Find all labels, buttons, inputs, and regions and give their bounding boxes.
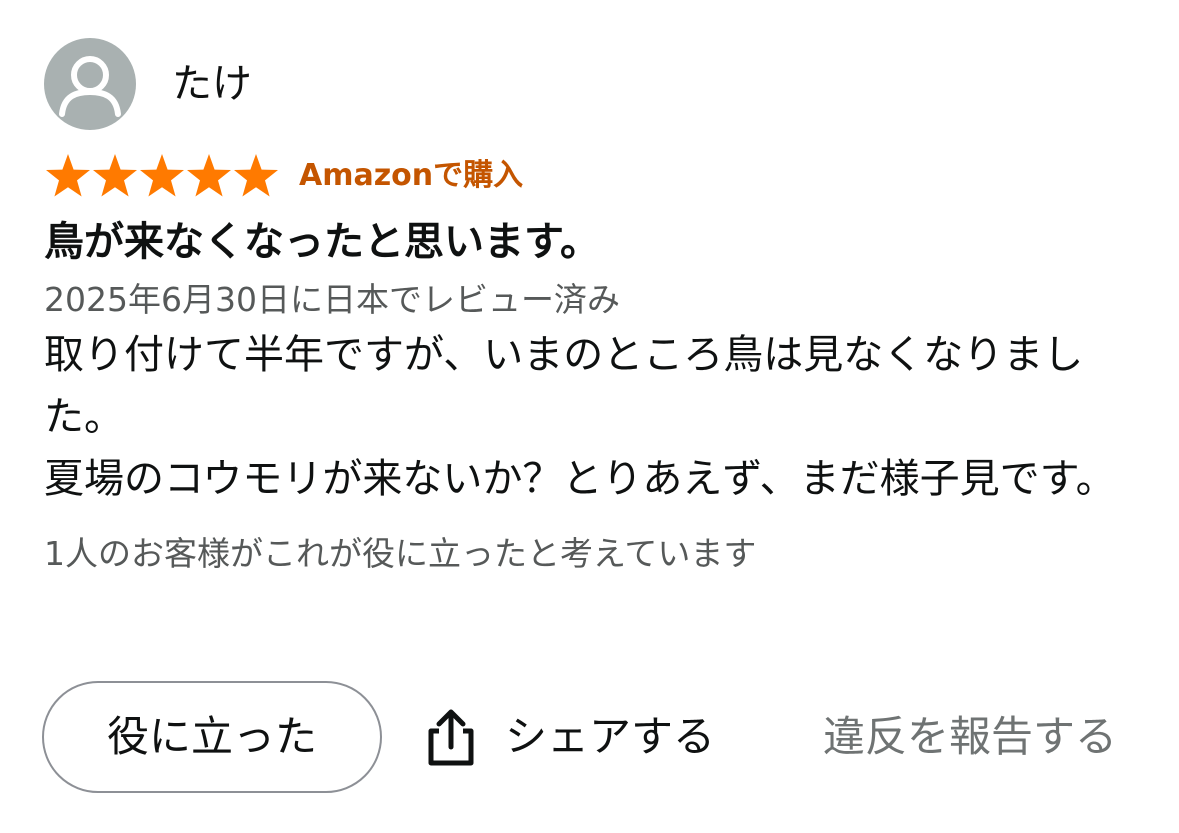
star-icon [46, 154, 90, 197]
review-date: 2025年6月30日に日本でレビュー済み [44, 280, 620, 319]
review-title: 鳥が来なくなったと思います。 [44, 219, 600, 265]
share-button[interactable]: シェアする [425, 681, 715, 793]
review-body-paragraph: 取り付けて半年ですが、いまのところ鳥は見なくなりました。 [44, 332, 1084, 440]
review-card: たけ Amazonで購入 鳥が来なくなったと思います。 2025年6月30日に日… [44, 38, 1144, 576]
share-label: シェアする [505, 712, 716, 761]
report-abuse-link[interactable]: 違反を報告する [823, 707, 1117, 767]
review-body-paragraph: 夏場のコウモリが来ないか？とりあえず、まだ様子見です。 [44, 456, 1116, 502]
avatar[interactable] [44, 38, 136, 130]
rating-row: Amazonで購入 [44, 152, 1144, 200]
star-icon [140, 154, 184, 197]
reviewer-profile: たけ [44, 38, 1144, 130]
star-rating[interactable] [44, 152, 279, 200]
helpful-button[interactable]: 役に立った [42, 681, 382, 793]
star-icon [187, 154, 231, 197]
default-user-icon [59, 56, 121, 117]
reviewer-name[interactable]: たけ [172, 62, 252, 106]
review-actions: 役に立った シェアする 違反を報告する [42, 681, 1142, 797]
star-icon [234, 154, 278, 197]
star-icon [93, 154, 137, 197]
share-icon [428, 709, 474, 766]
verified-purchase-badge: Amazonで購入 [299, 158, 524, 193]
helpful-count: 1人のお客様がこれが役に立ったと考えています [44, 534, 757, 573]
review-body: 取り付けて半年ですが、いまのところ鳥は見なくなりました。 夏場のコウモリが来ない… [44, 324, 1134, 510]
